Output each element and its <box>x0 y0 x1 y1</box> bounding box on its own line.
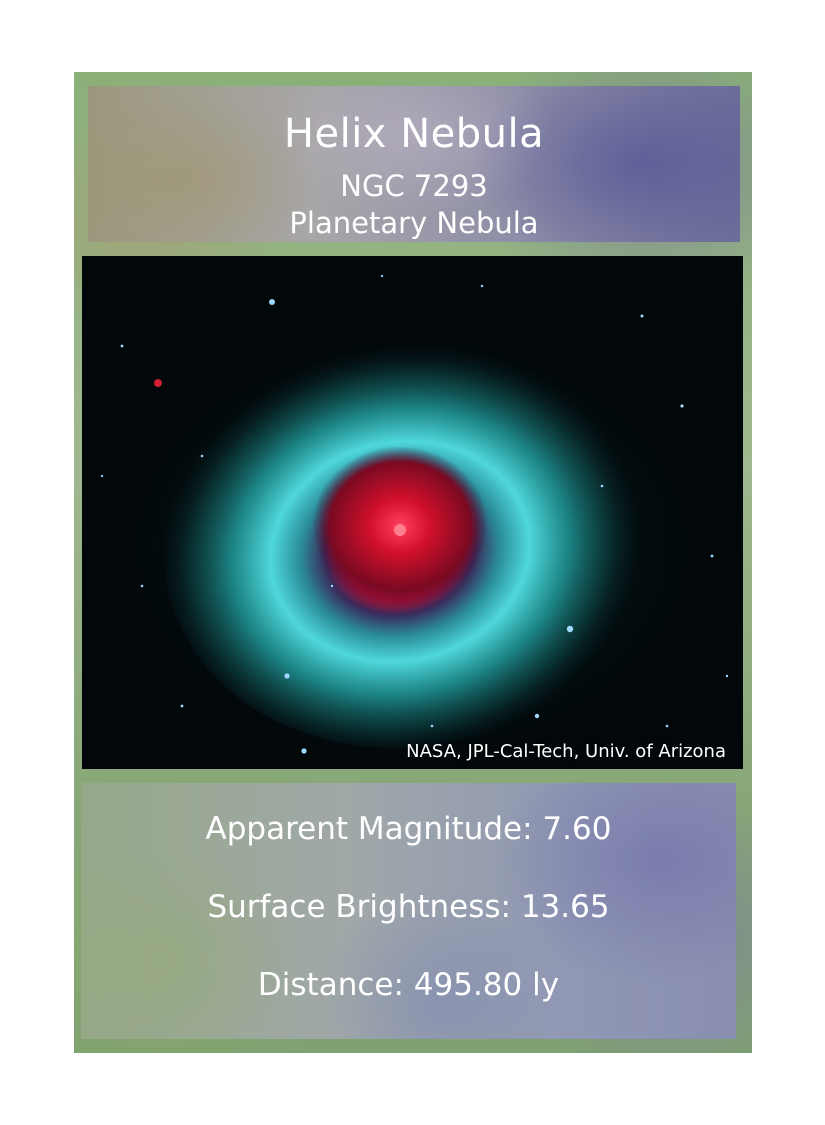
apparent-magnitude: Apparent Magnitude: 7.60 <box>205 811 612 847</box>
distance: Distance: 495.80 ly <box>257 967 560 1003</box>
surface-brightness: Surface Brightness: 13.65 <box>207 889 610 925</box>
object-card: Helix Nebula NGC 7293 Planetary Nebula N… <box>74 72 752 1053</box>
object-type: Planetary Nebula <box>289 206 539 240</box>
object-title: Helix Nebula <box>283 111 545 157</box>
stats-panel: Apparent Magnitude: 7.60 Surface Brightn… <box>81 783 736 1039</box>
catalog-id: NGC 7293 <box>340 169 488 203</box>
card-header: Helix Nebula NGC 7293 Planetary Nebula <box>88 86 740 242</box>
nebula-image <box>82 256 743 769</box>
image-credit: NASA, JPL-Cal-Tech, Univ. of Arizona <box>406 741 726 762</box>
nebula-photo: NASA, JPL-Cal-Tech, Univ. of Arizona <box>82 256 743 769</box>
